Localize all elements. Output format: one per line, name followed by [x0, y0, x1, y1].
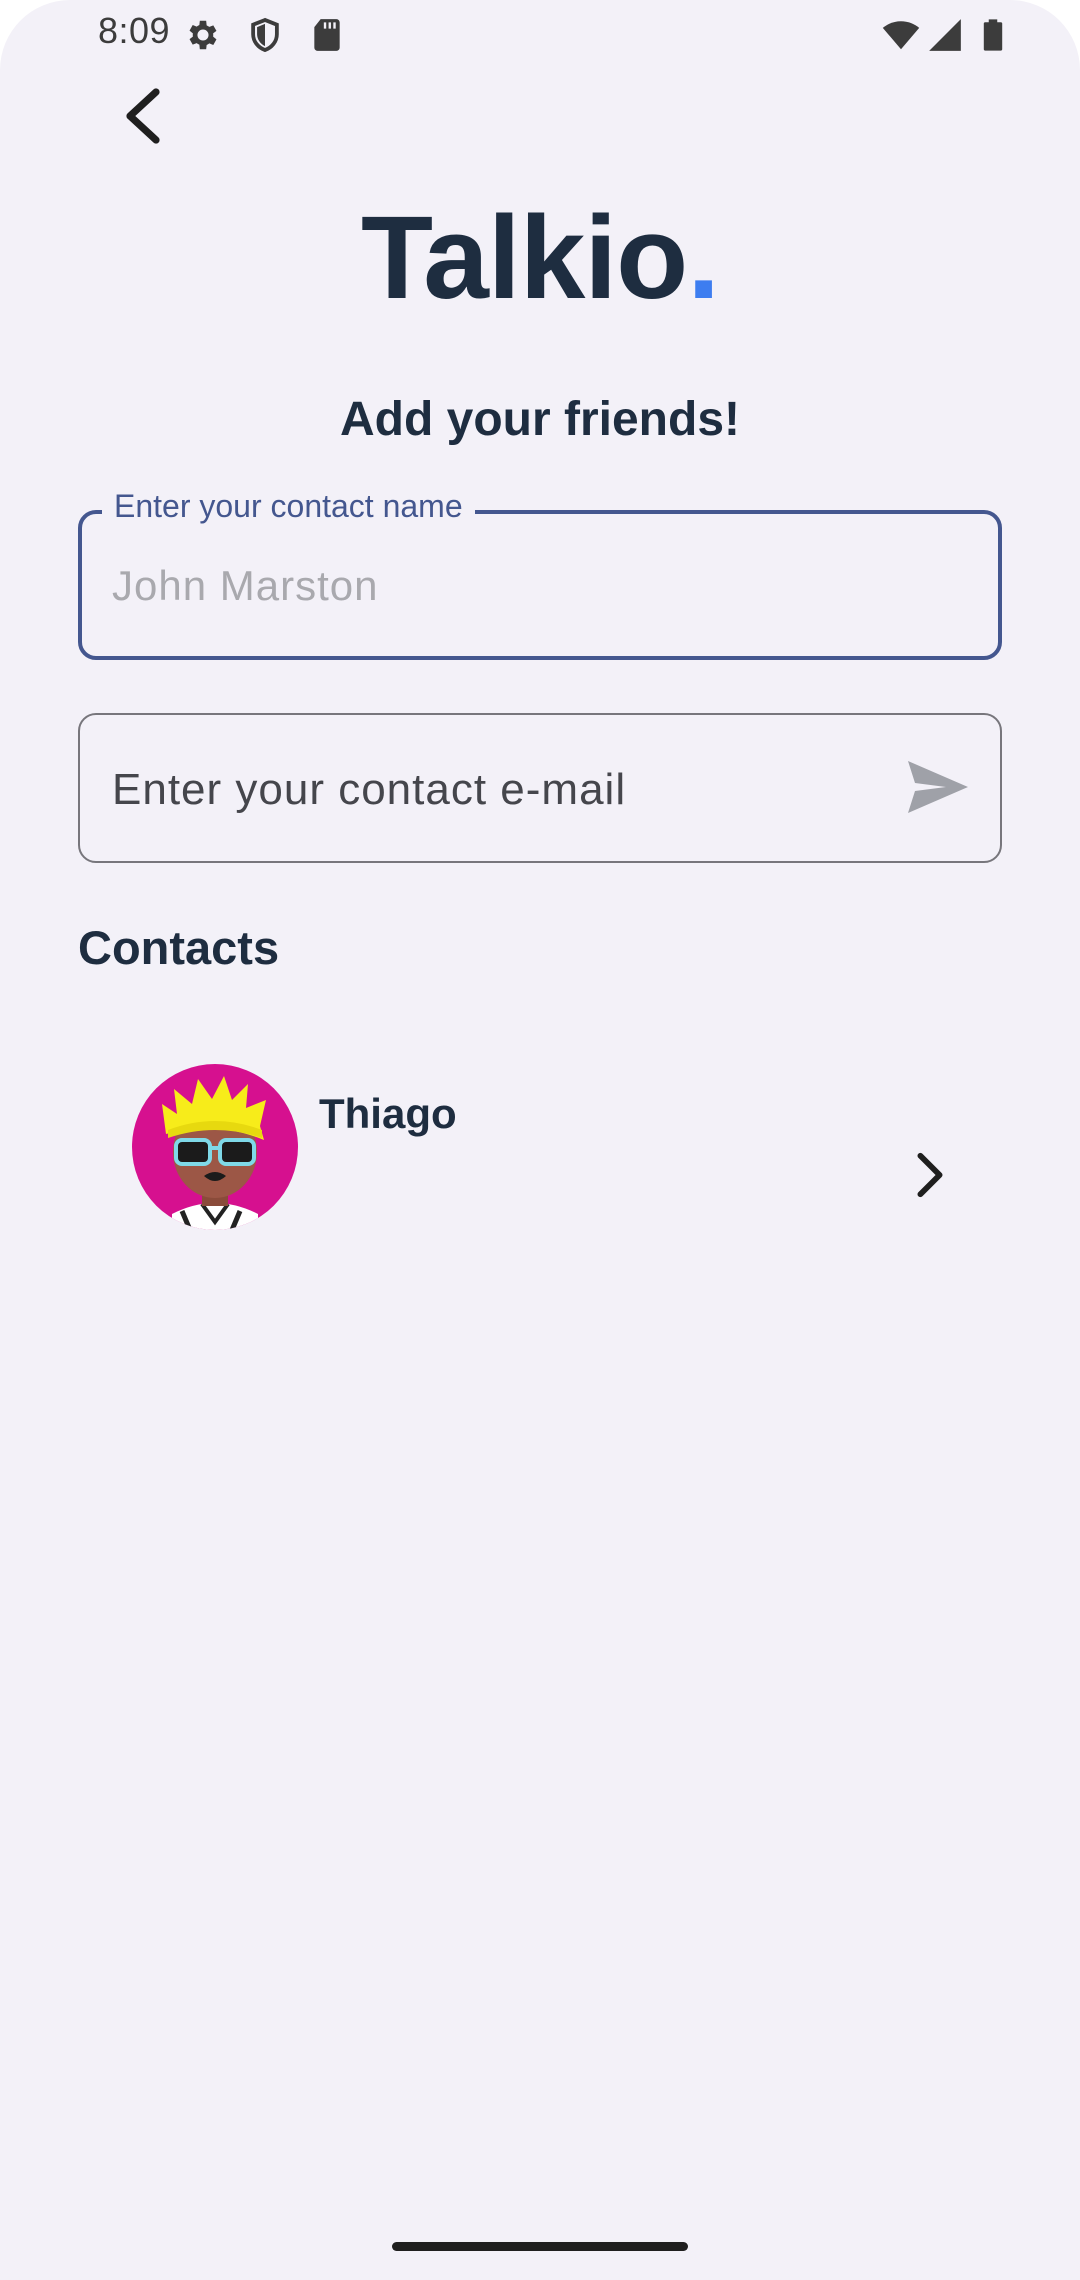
- back-button[interactable]: [102, 76, 182, 156]
- logo-text: Talkio: [360, 192, 688, 324]
- send-button[interactable]: [906, 759, 970, 815]
- status-bar: 8:09: [0, 0, 1080, 70]
- wifi-icon: [880, 16, 922, 54]
- contacts-section-title: Contacts: [78, 921, 280, 974]
- home-indicator[interactable]: [392, 2242, 688, 2251]
- send-icon: [908, 761, 968, 813]
- app-screen: 8:09 Talkio. Add your friends! Enter you…: [0, 0, 1080, 2280]
- sd-card-icon: [308, 16, 346, 54]
- contact-name-label: Enter your contact name: [102, 488, 475, 525]
- contact-name-field[interactable]: Enter your contact name John Marston: [78, 488, 1002, 660]
- contact-name-placeholder: John Marston: [112, 562, 379, 609]
- page-subtitle: Add your friends!: [339, 393, 740, 446]
- cell-signal-icon: [926, 16, 964, 54]
- contact-email-placeholder: Enter your contact e-mail: [112, 765, 627, 814]
- status-time: 8:09: [98, 10, 171, 51]
- contact-email-field[interactable]: Enter your contact e-mail: [78, 713, 1002, 863]
- chevron-left-icon: [126, 88, 160, 144]
- contact-avatar: [132, 1064, 298, 1230]
- contact-name: Thiago: [319, 1090, 457, 1137]
- chevron-right-icon: [910, 1150, 950, 1200]
- logo-dot: .: [687, 192, 720, 324]
- app-logo: Talkio.: [0, 188, 1080, 328]
- battery-icon: [976, 16, 1010, 54]
- contact-list-item[interactable]: Thiago: [78, 1040, 1002, 1230]
- shield-icon: [246, 16, 284, 54]
- settings-icon: [184, 16, 222, 54]
